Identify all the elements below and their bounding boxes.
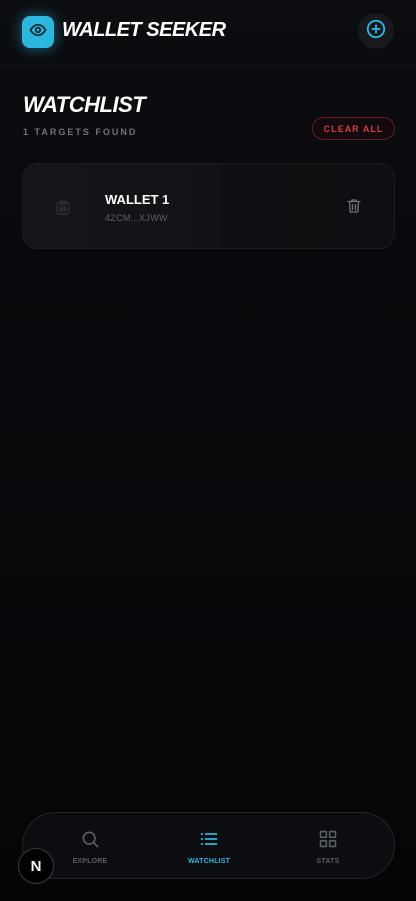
search-icon (80, 829, 100, 854)
app-root: WALLET SEEKER WATCHLIST 1 TARGETS FOUND … (0, 0, 416, 901)
nav-stats-label: STATS (316, 858, 340, 865)
eye-icon (29, 21, 47, 44)
plus-circle-icon (365, 18, 387, 45)
add-wallet-button[interactable] (358, 13, 394, 49)
targets-count: 1 TARGETS FOUND (23, 127, 138, 137)
page-title: WATCHLIST (23, 92, 146, 117)
nav-watchlist-label: WATCHLIST (187, 858, 231, 865)
nav-stats[interactable]: STATS (283, 829, 373, 865)
nav-explore[interactable]: EXPLORE (45, 829, 135, 865)
grid-icon (318, 829, 338, 854)
wallet-card[interactable]: WALLET 1 4ZCM...XJWW (22, 163, 395, 249)
n-badge-button[interactable]: N (18, 848, 54, 884)
app-header: WALLET SEEKER (0, 0, 416, 66)
list-icon (199, 829, 219, 854)
clear-all-button[interactable]: CLEAR ALL (312, 117, 395, 140)
wallet-address: 4ZCM...XJWW (105, 213, 168, 223)
wallet-icon (53, 198, 73, 218)
bottom-nav: EXPLORE WATCHLIST STATS (22, 812, 395, 879)
delete-wallet-button[interactable] (343, 197, 365, 219)
trash-icon (345, 197, 363, 220)
nav-explore-label: EXPLORE (72, 858, 108, 865)
nav-watchlist[interactable]: WATCHLIST (164, 829, 254, 865)
logo-button[interactable] (22, 16, 54, 48)
wallet-name: WALLET 1 (105, 192, 170, 207)
app-title: WALLET SEEKER (62, 19, 226, 41)
